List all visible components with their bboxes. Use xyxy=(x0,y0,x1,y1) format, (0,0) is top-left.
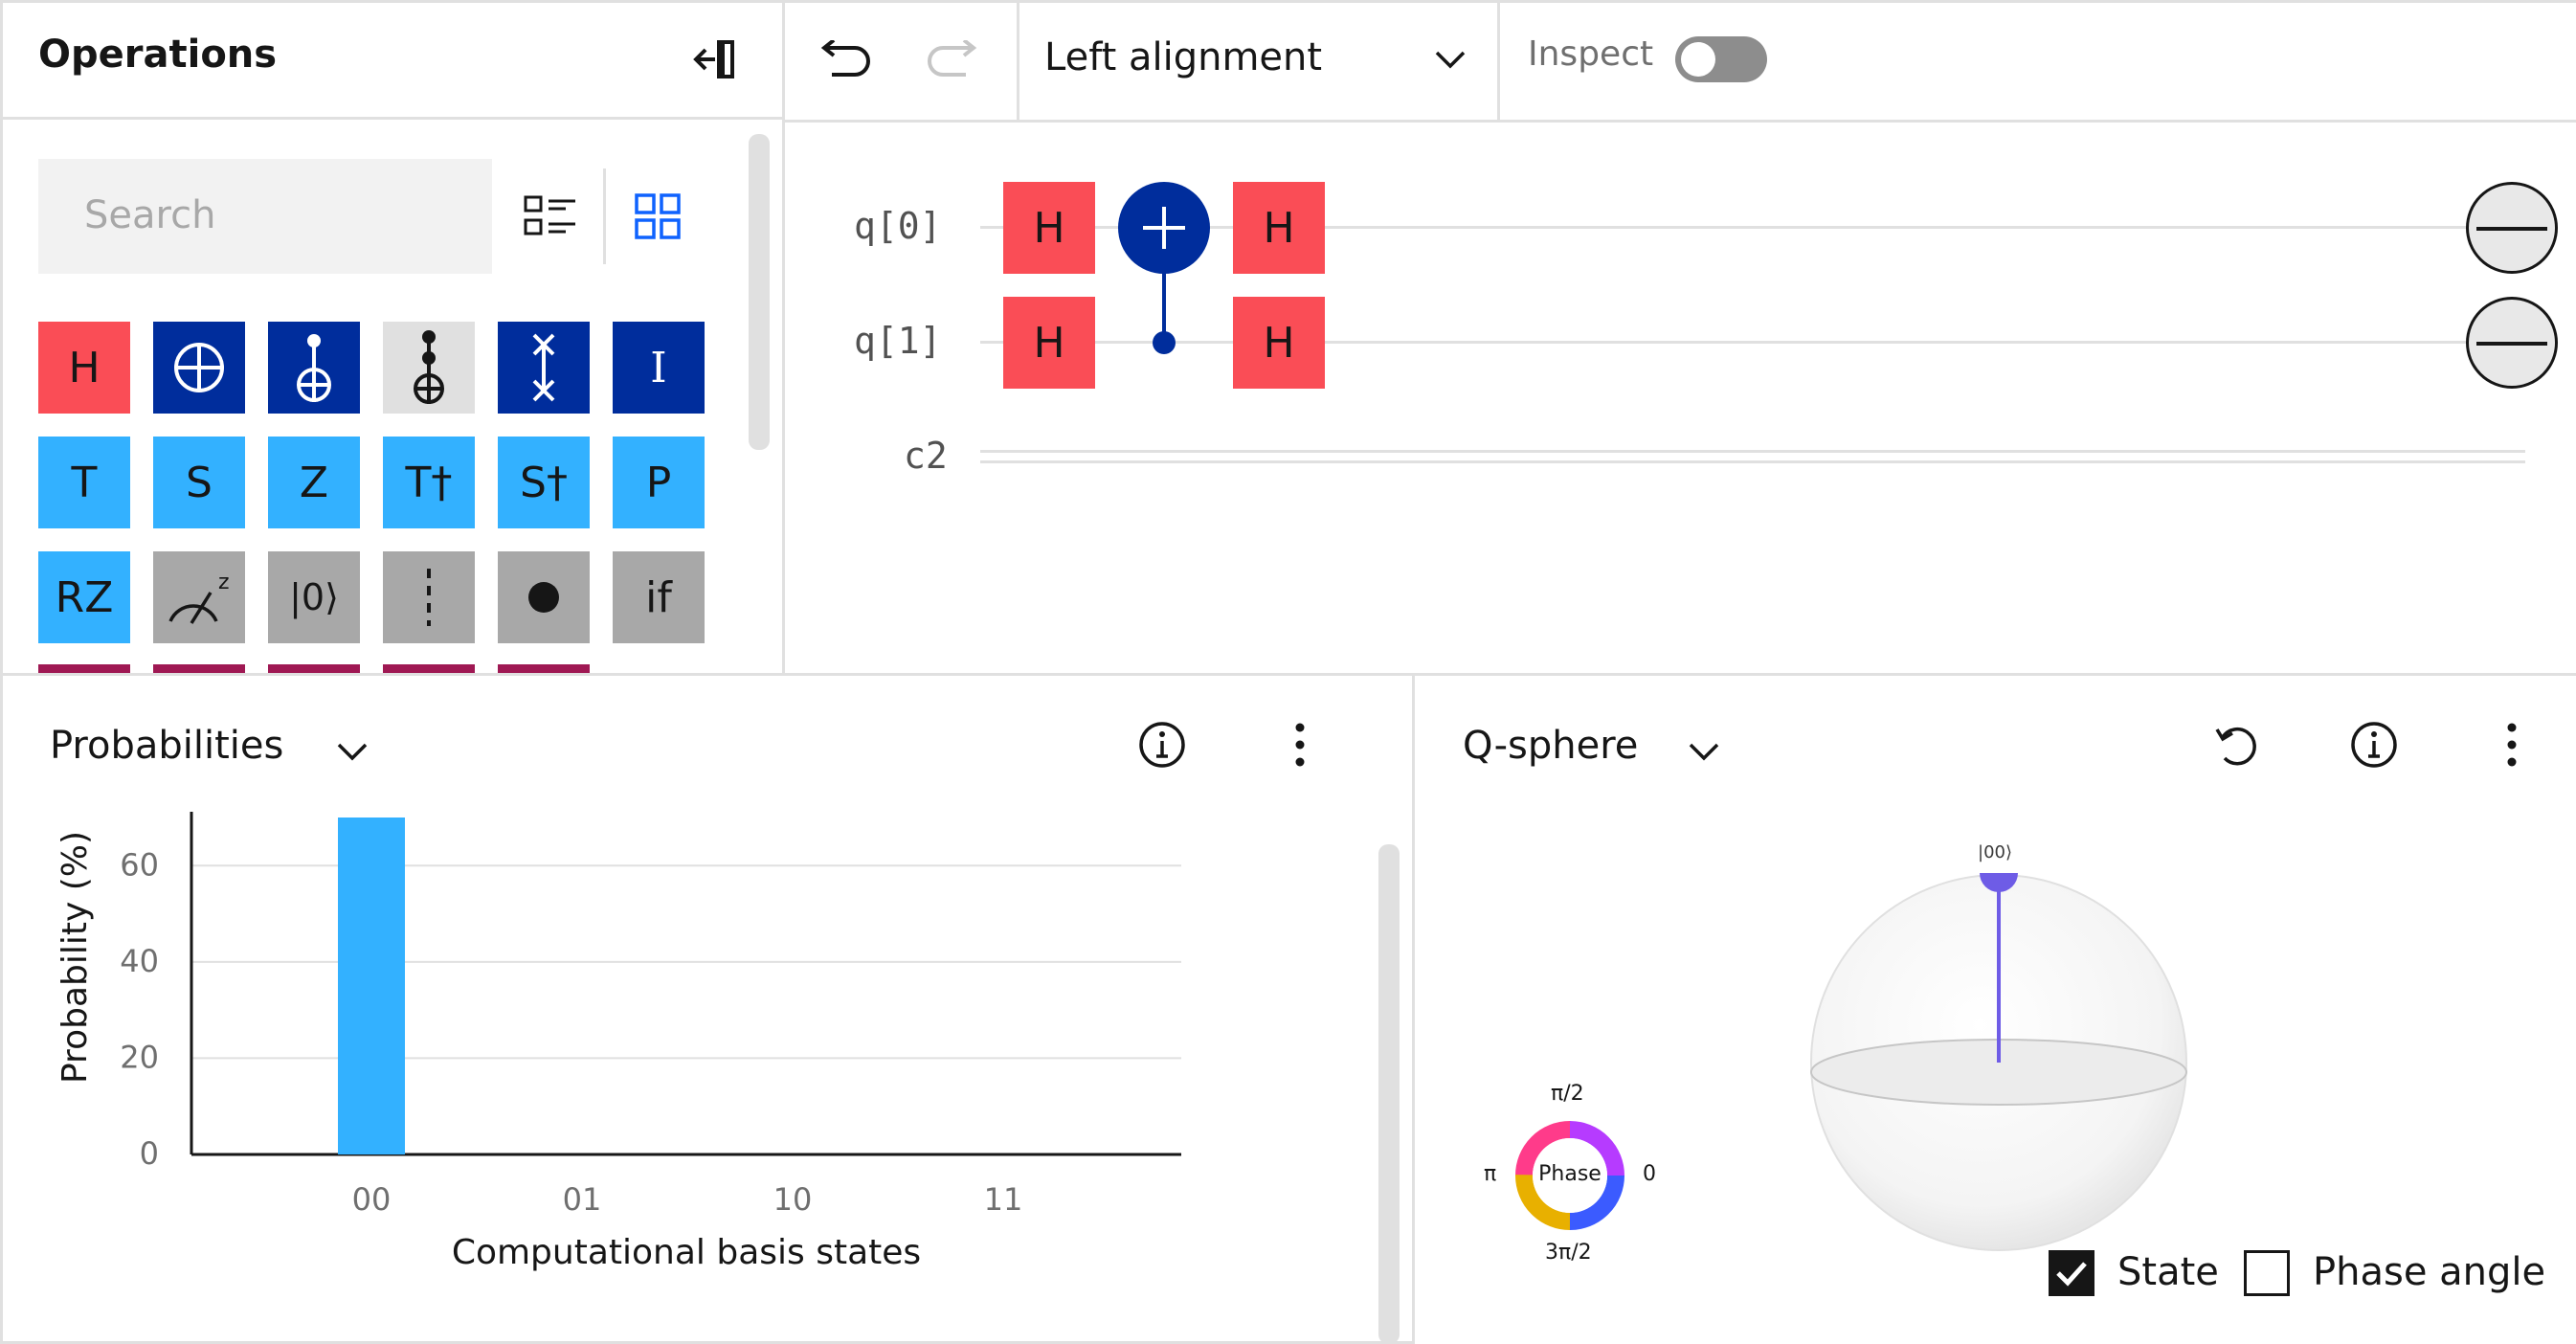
chevron-down-icon xyxy=(337,743,368,761)
inspect-label: Inspect xyxy=(1528,34,1654,74)
chevron-down-icon xyxy=(1435,51,1466,69)
circuit-gate-h-q1-2[interactable]: H xyxy=(1233,297,1325,389)
gate-cnot[interactable] xyxy=(153,322,245,414)
inspect-toggle[interactable] xyxy=(1675,36,1767,82)
state-checkbox-label: State xyxy=(2117,1250,2219,1294)
gate-measure-z[interactable]: z xyxy=(153,551,245,643)
gate-reset[interactable]: |0⟩ xyxy=(268,551,360,643)
qsphere-dropdown[interactable]: Q-sphere xyxy=(1451,708,1777,785)
gate-row4-4[interactable] xyxy=(383,664,475,673)
y-tick-label: 20 xyxy=(120,1039,159,1075)
phase-angle-checkbox[interactable] xyxy=(2244,1250,2290,1296)
phase-top-label: π/2 xyxy=(1551,1082,1584,1106)
info-icon[interactable] xyxy=(1133,716,1191,773)
qubit-wire-1 xyxy=(980,341,2470,344)
state-checkbox[interactable] xyxy=(2049,1250,2094,1296)
gate-toffoli[interactable] xyxy=(383,322,475,414)
gate-t[interactable]: T xyxy=(38,437,130,528)
phase-left-label: π xyxy=(1484,1162,1497,1186)
barrier-icon xyxy=(427,569,431,626)
gate-p[interactable]: P xyxy=(613,437,705,528)
gate-s[interactable]: S xyxy=(153,437,245,528)
x-tick-label: 00 xyxy=(352,1181,392,1218)
toggle-knob xyxy=(1681,42,1715,77)
toffoli-icon xyxy=(414,330,444,404)
gate-barrier[interactable] xyxy=(383,551,475,643)
cnot-target[interactable] xyxy=(1118,182,1210,274)
oplus-icon xyxy=(174,343,224,392)
plus-icon xyxy=(1143,207,1185,249)
operations-scrollbar[interactable] xyxy=(749,134,770,450)
overflow-menu-icon[interactable] xyxy=(2483,716,2541,773)
gate-identity[interactable]: I xyxy=(613,322,705,414)
classical-label: c2 xyxy=(904,435,948,477)
phase-right-label: 0 xyxy=(1643,1162,1656,1186)
gate-controlled-not[interactable] xyxy=(268,322,360,414)
overflow-menu-icon[interactable] xyxy=(1271,716,1329,773)
circuit-gate-h-q1-1[interactable]: H xyxy=(1003,297,1095,389)
search-placeholder: Search xyxy=(84,193,216,237)
measure-end-q1[interactable] xyxy=(2466,297,2558,389)
y-tick-label: 0 xyxy=(140,1135,159,1172)
alignment-dropdown[interactable]: Left alignment xyxy=(1019,3,1498,120)
phase-angle-checkbox-label: Phase angle xyxy=(2313,1250,2546,1294)
redo-icon[interactable] xyxy=(919,29,992,90)
search-input[interactable]: Search xyxy=(38,159,492,274)
probabilities-dropdown[interactable]: Probabilities xyxy=(38,708,383,785)
controlled-x-icon xyxy=(297,334,331,402)
view-divider xyxy=(603,168,606,264)
y-tick-label: 40 xyxy=(120,943,159,979)
y-axis-label: Probability (%) xyxy=(56,831,95,1084)
gate-row4-5[interactable] xyxy=(498,664,590,673)
info-icon[interactable] xyxy=(2345,716,2403,773)
svg-text:z: z xyxy=(218,571,230,594)
x-axis-label: Computational basis states xyxy=(452,1233,921,1272)
gate-if[interactable]: if xyxy=(613,551,705,643)
gate-rz[interactable]: RZ xyxy=(38,551,130,643)
reset-view-icon[interactable] xyxy=(2207,716,2265,773)
measure-icon: z xyxy=(168,571,230,624)
circuit-gate-h-q0-1[interactable]: H xyxy=(1003,182,1095,274)
qubit-label-0: q[0] xyxy=(854,205,942,247)
gate-s-dagger[interactable]: S† xyxy=(498,437,590,528)
toolbar-divider-2 xyxy=(1497,0,1500,123)
gate-t-dagger[interactable]: T† xyxy=(383,437,475,528)
gate-row4-3[interactable] xyxy=(268,664,360,673)
qubit-label-1: q[1] xyxy=(854,320,942,362)
undo-icon[interactable] xyxy=(806,29,879,90)
gate-z[interactable]: Z xyxy=(268,437,360,528)
operations-title: Operations xyxy=(38,33,278,77)
x-tick-label: 10 xyxy=(773,1181,813,1218)
gate-h[interactable]: H xyxy=(38,322,130,414)
measure-end-q0[interactable] xyxy=(2466,182,2558,274)
list-view-icon[interactable] xyxy=(517,188,584,245)
chevron-down-icon xyxy=(1689,743,1719,761)
gate-row4-2[interactable] xyxy=(153,664,245,673)
probabilities-chart: 0 20 40 60 00 01 10 11 Computational basis state… xyxy=(56,812,1181,1272)
x-tick-label: 11 xyxy=(984,1181,1023,1218)
gate-swap[interactable] xyxy=(498,322,590,414)
phase-bottom-label: 3π/2 xyxy=(1545,1241,1592,1265)
classical-wire-bottom xyxy=(980,460,2525,463)
y-tick-label: 60 xyxy=(120,846,159,883)
checkmark-icon xyxy=(2056,1262,2087,1287)
gate-control[interactable] xyxy=(498,551,590,643)
probabilities-title: Probabilities xyxy=(50,724,284,768)
alignment-value: Left alignment xyxy=(1044,35,1323,79)
grid-view-icon[interactable] xyxy=(624,188,691,245)
probabilities-scrollbar[interactable] xyxy=(1378,844,1400,1344)
qsphere-visual[interactable] xyxy=(1800,833,2221,1254)
circuit-gate-h-q0-2[interactable]: H xyxy=(1233,182,1325,274)
control-dot-icon xyxy=(528,582,559,613)
collapse-panel-icon[interactable] xyxy=(685,34,743,84)
swap-icon xyxy=(532,333,555,402)
phase-center-label: Phase xyxy=(1538,1162,1602,1186)
gate-row4-1[interactable] xyxy=(38,664,130,673)
cnot-control-dot[interactable] xyxy=(1153,331,1176,354)
qsphere-title: Q-sphere xyxy=(1463,724,1639,768)
x-tick-label: 01 xyxy=(563,1181,602,1218)
classical-wire-top xyxy=(980,450,2525,453)
bar-00[interactable] xyxy=(338,818,405,1154)
state-ket-label: |00⟩ xyxy=(1978,842,2012,862)
